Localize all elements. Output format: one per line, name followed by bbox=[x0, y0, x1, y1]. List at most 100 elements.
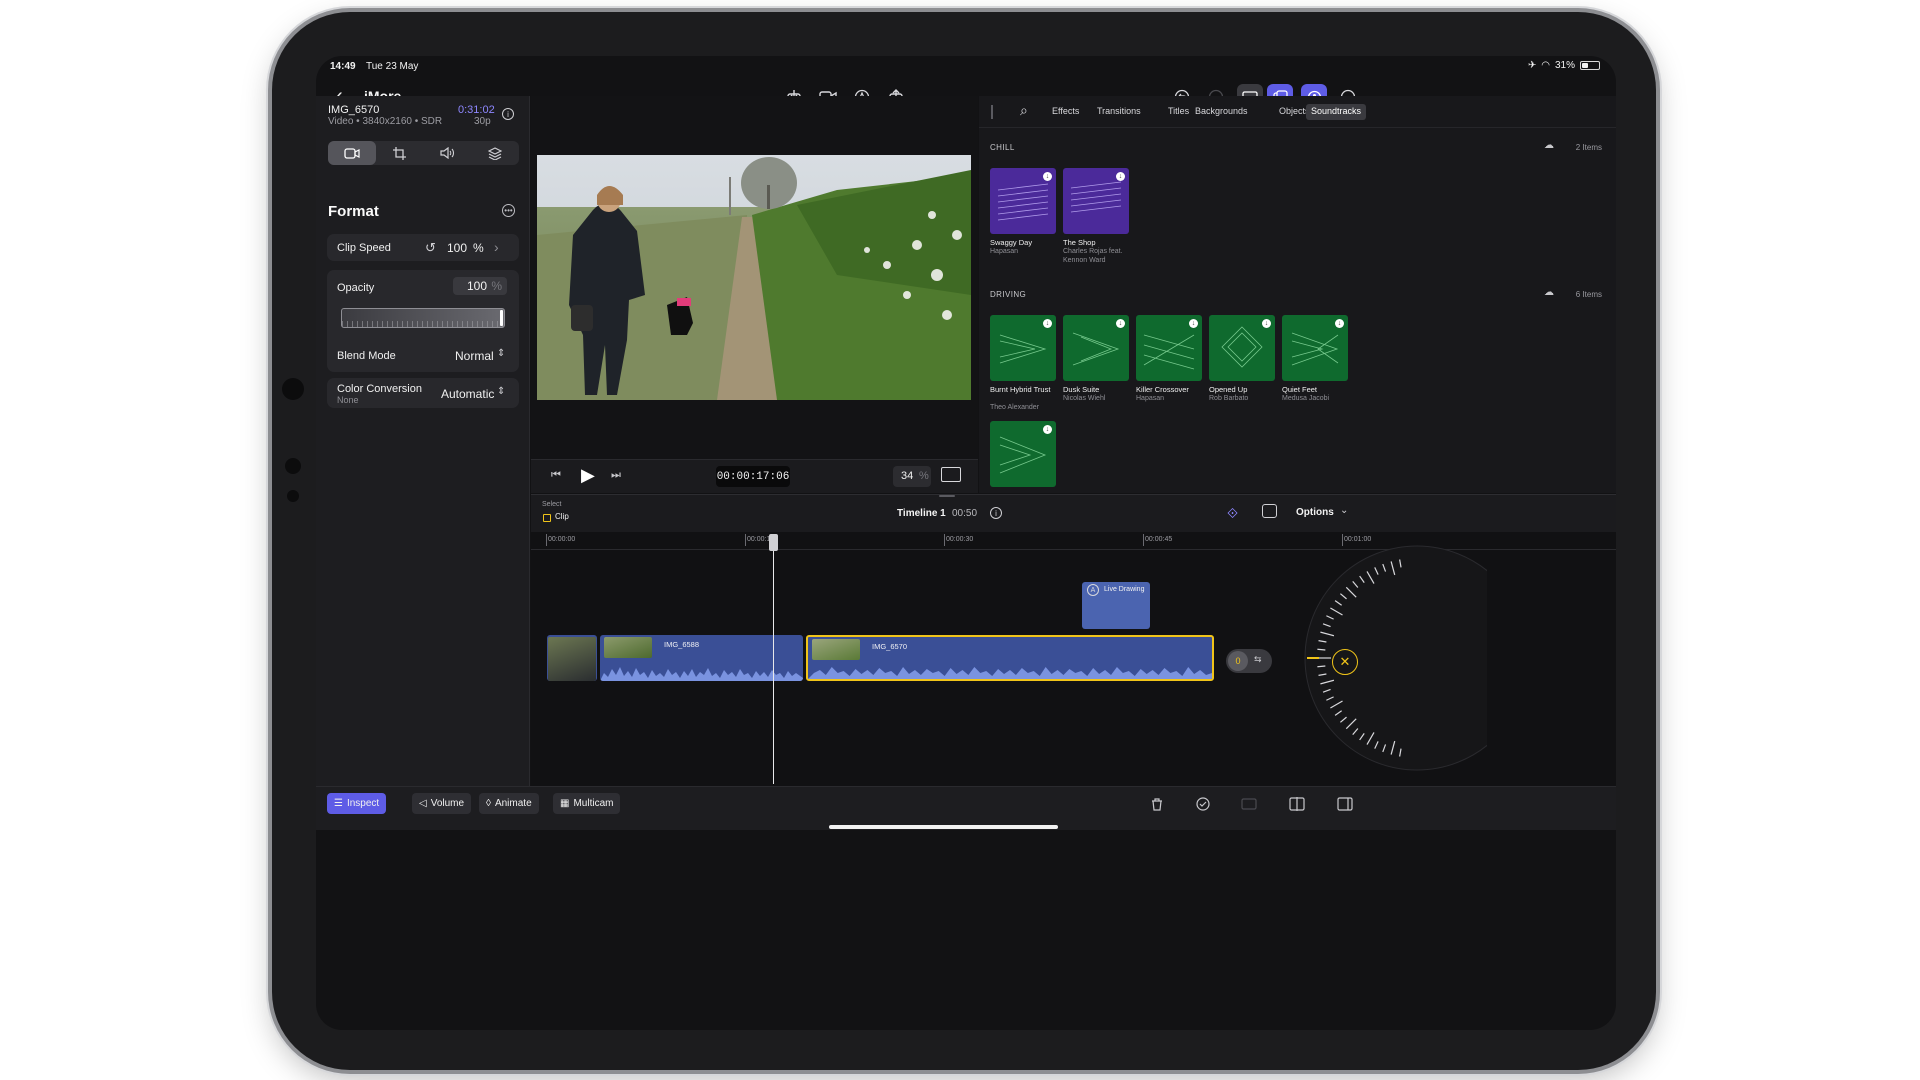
playhead-handle[interactable] bbox=[769, 534, 778, 551]
clip-name: IMG_6588 bbox=[664, 640, 700, 649]
download-icon[interactable]: ↓ bbox=[1043, 319, 1052, 328]
transport-bar: ⏮ ▶ ⏭ 00:00:17:06 34 % bbox=[531, 459, 978, 493]
jog-tick bbox=[1317, 648, 1326, 651]
search-icon[interactable]: ⌕ bbox=[1020, 102, 1028, 119]
cloud-download-icon[interactable]: ☁ bbox=[1544, 287, 1554, 298]
selected-video-clip[interactable]: IMG_6570 bbox=[806, 635, 1214, 681]
status-bar: 14:49 Tue 23 May ✈ ◠ 31% bbox=[316, 56, 1616, 78]
play-icon[interactable]: ▶ bbox=[581, 465, 595, 486]
audio-waveform bbox=[808, 667, 1212, 679]
animate-button[interactable]: ◊ Animate bbox=[479, 793, 539, 814]
download-icon[interactable]: ↓ bbox=[1262, 319, 1271, 328]
options-button[interactable]: Options bbox=[1296, 507, 1334, 518]
zoom-field[interactable]: 34 % bbox=[893, 466, 931, 487]
slider-thumb[interactable] bbox=[500, 310, 503, 326]
checkmark-circle-icon[interactable] bbox=[1192, 793, 1214, 815]
video-preview[interactable] bbox=[537, 155, 971, 400]
tab-effects[interactable]: Effects bbox=[1047, 104, 1084, 120]
drag-handle[interactable] bbox=[991, 105, 993, 119]
soundtrack-artist: Nicolas Wiehl bbox=[1063, 395, 1106, 402]
ruler-tick bbox=[944, 534, 945, 546]
status-date: Tue 23 May bbox=[366, 61, 419, 72]
updown-chevron-icon: ⇕ bbox=[497, 386, 506, 397]
opacity-field[interactable]: 100 % bbox=[453, 277, 507, 295]
download-icon[interactable]: ↓ bbox=[1116, 319, 1125, 328]
battery-icon bbox=[1580, 61, 1600, 70]
speed-toggle[interactable]: 0 ⇆ bbox=[1226, 649, 1272, 673]
zoom-unit: % bbox=[919, 470, 929, 482]
animate-label: Animate bbox=[494, 798, 532, 809]
inspector-tabs bbox=[328, 141, 519, 165]
tab-transitions[interactable]: Transitions bbox=[1092, 104, 1146, 120]
overview-icon[interactable] bbox=[1262, 504, 1277, 518]
crop-tab-icon[interactable] bbox=[376, 141, 424, 165]
inspect-button[interactable]: ☰ Inspect bbox=[327, 793, 387, 814]
close-icon[interactable]: ✕ bbox=[1332, 649, 1358, 675]
snapping-icon[interactable]: ⟐ bbox=[1227, 505, 1238, 522]
opacity-value: 100 bbox=[466, 279, 487, 293]
timeline-name: Timeline 1 bbox=[897, 508, 946, 519]
sliders-icon: ☰ bbox=[334, 798, 343, 809]
download-icon[interactable]: ↓ bbox=[1116, 172, 1125, 181]
zoom-value: 34 bbox=[901, 470, 914, 482]
clip-selector[interactable]: Clip bbox=[555, 512, 569, 521]
volume-button[interactable]: ◁ Volume bbox=[412, 793, 472, 814]
multicam-button[interactable]: ▦ Multicam bbox=[553, 793, 621, 814]
battery-percent: 31% bbox=[1554, 60, 1575, 71]
opacity-slider[interactable] bbox=[341, 308, 505, 328]
select-label: Select bbox=[542, 501, 562, 508]
clip-speed-row[interactable]: Clip Speed ↺ 100 % › bbox=[327, 234, 519, 261]
trash-icon[interactable] bbox=[1146, 793, 1168, 815]
download-icon[interactable]: ↓ bbox=[1043, 425, 1052, 434]
clip-duration: 0:31:02 bbox=[458, 104, 495, 116]
tab-soundtracks[interactable]: Soundtracks bbox=[1306, 104, 1367, 120]
grid-icon: ▦ bbox=[560, 798, 570, 809]
split-icon[interactable] bbox=[1286, 793, 1308, 815]
clip-thumbnail bbox=[812, 639, 860, 660]
download-icon[interactable]: ↓ bbox=[1335, 319, 1344, 328]
trim-icon[interactable] bbox=[1334, 793, 1356, 815]
clip-name: IMG_6570 bbox=[328, 104, 380, 116]
tab-backgrounds[interactable]: Backgrounds bbox=[1190, 104, 1253, 120]
display-icon[interactable] bbox=[941, 467, 961, 482]
color-conversion-row[interactable]: Color Conversion None Automatic ⇕ bbox=[327, 378, 519, 408]
resize-handle[interactable] bbox=[939, 495, 955, 497]
live-drawing-clip[interactable]: A Live Drawing bbox=[1082, 582, 1150, 629]
download-icon[interactable]: ↓ bbox=[1043, 172, 1052, 181]
download-icon[interactable]: ↓ bbox=[1189, 319, 1198, 328]
skip-forward-icon[interactable]: ⏭ bbox=[611, 469, 621, 482]
soundtrack-thumb[interactable]: ↓ bbox=[990, 168, 1056, 234]
info-icon[interactable]: i bbox=[990, 507, 1002, 519]
wifi-icon: ◠ bbox=[1541, 60, 1550, 71]
audio-tab-icon[interactable] bbox=[424, 141, 472, 165]
soundtrack-thumb[interactable]: ↓ bbox=[1209, 315, 1275, 381]
soundtrack-thumb[interactable]: ↓ bbox=[1063, 315, 1129, 381]
jog-wheel[interactable] bbox=[1287, 540, 1487, 776]
timeline-header: Select Clip Timeline 1 00:50 i ⟐ Options… bbox=[531, 494, 1616, 532]
blend-mode-value[interactable]: Normal bbox=[455, 349, 494, 363]
clip-speed-unit: % bbox=[473, 241, 484, 255]
video-clip[interactable] bbox=[547, 635, 597, 681]
toggle-value: 0 bbox=[1228, 651, 1248, 671]
detach-icon[interactable] bbox=[1238, 793, 1260, 815]
more-options-icon[interactable]: ••• bbox=[502, 204, 515, 217]
soundtrack-artist: Rob Barbato bbox=[1209, 395, 1249, 402]
timecode[interactable]: 00:00:17:06 bbox=[716, 466, 790, 487]
layers-tab-icon[interactable] bbox=[471, 141, 519, 165]
volume-label: Volume bbox=[430, 798, 465, 809]
speaker-icon: ◁ bbox=[419, 798, 427, 809]
soundtrack-thumb[interactable]: ↓ bbox=[1136, 315, 1202, 381]
soundtrack-thumb[interactable]: ↓ bbox=[990, 315, 1056, 381]
soundtrack-thumb[interactable]: ↓ bbox=[1063, 168, 1129, 234]
speed-reset-icon[interactable]: ↺ bbox=[425, 240, 436, 256]
video-tab-icon[interactable] bbox=[328, 141, 376, 165]
soundtrack-artist: Theo Alexander bbox=[990, 404, 1040, 411]
soundtrack-thumb[interactable]: ↓ bbox=[1282, 315, 1348, 381]
cloud-download-icon[interactable]: ☁ bbox=[1544, 140, 1554, 151]
soundtrack-thumb[interactable]: ↓ bbox=[990, 421, 1056, 487]
info-icon[interactable]: i bbox=[502, 108, 514, 120]
clip-meta: Video • 3840x2160 • SDR bbox=[328, 116, 443, 127]
timeline[interactable]: 00:00:00 00:00:15 00:00:30 00:00:45 00:0… bbox=[531, 532, 1616, 786]
color-conversion-value[interactable]: Automatic bbox=[441, 387, 494, 401]
skip-back-icon[interactable]: ⏮ bbox=[551, 469, 561, 482]
